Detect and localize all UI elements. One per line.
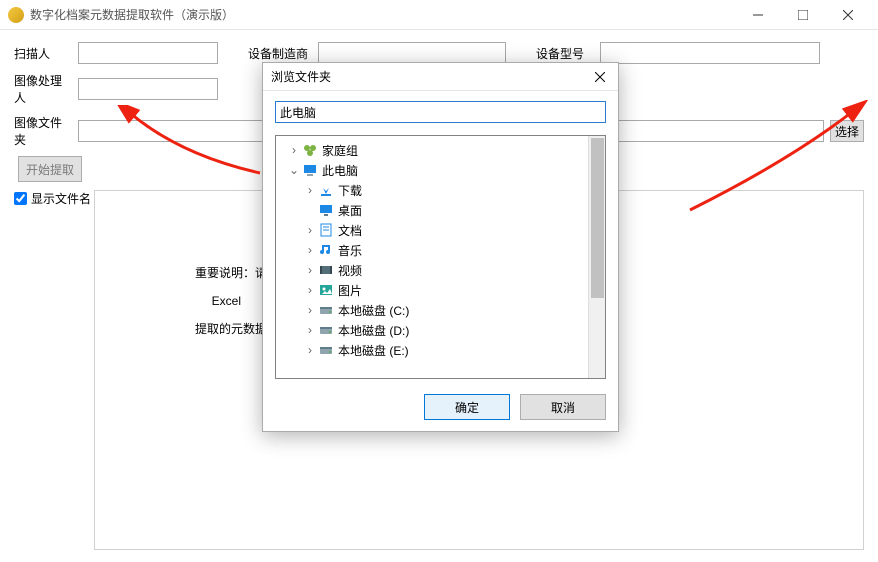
tree-scrollbar[interactable]: [588, 136, 605, 378]
desktop-icon: [318, 202, 334, 218]
expander-icon[interactable]: ⌄: [288, 163, 300, 177]
music-icon: [318, 242, 334, 258]
close-button[interactable]: [825, 1, 870, 29]
scanner-label: 扫描人: [14, 45, 72, 62]
expander-icon[interactable]: ›: [304, 343, 316, 357]
select-button[interactable]: 选择: [830, 120, 864, 142]
showname-checkbox[interactable]: 显示文件名: [14, 190, 94, 207]
expander-icon[interactable]: ›: [304, 263, 316, 277]
disk-icon: [318, 322, 334, 338]
window-title: 数字化档案元数据提取软件（演示版）: [30, 6, 735, 23]
pic-icon: [318, 282, 334, 298]
imgproc-label: 图像处理人: [14, 72, 72, 106]
tree-item[interactable]: › 本地磁盘 (D:): [276, 320, 605, 340]
expander-icon[interactable]: ›: [304, 323, 316, 337]
dialog-path-input[interactable]: [275, 101, 606, 123]
tree-item-label: 音乐: [338, 242, 362, 259]
dialog-close-button[interactable]: [590, 67, 610, 87]
tree-item-label: 本地磁盘 (E:): [338, 342, 409, 359]
minimize-button[interactable]: [735, 1, 780, 29]
maximize-button[interactable]: [780, 1, 825, 29]
tree-item[interactable]: › 视频: [276, 260, 605, 280]
dialog-ok-button[interactable]: 确定: [424, 394, 510, 420]
expander-icon[interactable]: ›: [304, 223, 316, 237]
video-icon: [318, 262, 334, 278]
start-button[interactable]: 开始提取: [18, 156, 82, 182]
disk-icon: [318, 302, 334, 318]
titlebar: 数字化档案元数据提取软件（演示版）: [0, 0, 878, 30]
expander-icon[interactable]: ›: [288, 143, 300, 157]
tree-item[interactable]: ⌄ 此电脑: [276, 160, 605, 180]
dialog-titlebar[interactable]: 浏览文件夹: [263, 63, 618, 91]
tree-item-label: 本地磁盘 (D:): [338, 322, 409, 339]
tree-item[interactable]: › 文档: [276, 220, 605, 240]
model-input[interactable]: [600, 42, 820, 64]
manufacturer-label: 设备制造商: [248, 45, 312, 62]
tree-item[interactable]: › 家庭组: [276, 140, 605, 160]
dialog-cancel-button[interactable]: 取消: [520, 394, 606, 420]
tree-item[interactable]: › 音乐: [276, 240, 605, 260]
folder-tree[interactable]: › 家庭组 ⌄ 此电脑 › 下载桌面 › 文档 › 音乐 › 视频 › 图片 › 本地磁盘 (C:) › 本地磁盘…: [275, 135, 606, 379]
dialog-title: 浏览文件夹: [271, 68, 590, 85]
tree-item-label: 本地磁盘 (C:): [338, 302, 409, 319]
app-icon: [8, 7, 24, 23]
showname-label: 显示文件名: [31, 190, 91, 207]
pc-icon: [302, 162, 318, 178]
expander-icon[interactable]: ›: [304, 243, 316, 257]
showname-check-input[interactable]: [14, 192, 27, 205]
tree-item-label: 家庭组: [322, 142, 358, 159]
tree-item[interactable]: › 本地磁盘 (E:): [276, 340, 605, 360]
disk-icon: [318, 342, 334, 358]
expander-icon[interactable]: ›: [304, 183, 316, 197]
folder-label: 图像文件夹: [14, 114, 72, 148]
imgproc-input[interactable]: [78, 78, 218, 100]
model-label: 设备型号: [536, 45, 594, 62]
tree-item-label: 此电脑: [322, 162, 358, 179]
browse-folder-dialog: 浏览文件夹 › 家庭组 ⌄ 此电脑 › 下载桌面 › 文档 › 音乐 › 视频 › 图片 › 本地磁盘 (C:…: [262, 62, 619, 432]
manufacturer-input[interactable]: [318, 42, 506, 64]
tree-item[interactable]: › 本地磁盘 (C:): [276, 300, 605, 320]
scanner-input[interactable]: [78, 42, 218, 64]
tree-item[interactable]: › 下载: [276, 180, 605, 200]
tree-item-label: 文档: [338, 222, 362, 239]
tree-item-label: 桌面: [338, 202, 362, 219]
doc-icon: [318, 222, 334, 238]
tree-item[interactable]: › 图片: [276, 280, 605, 300]
download-icon: [318, 182, 334, 198]
expander-icon[interactable]: ›: [304, 303, 316, 317]
tree-item-label: 图片: [338, 282, 362, 299]
tree-item-label: 视频: [338, 262, 362, 279]
tree-item-label: 下载: [338, 182, 362, 199]
tree-item[interactable]: 桌面: [276, 200, 605, 220]
expander-icon[interactable]: ›: [304, 283, 316, 297]
homegroup-icon: [302, 142, 318, 158]
